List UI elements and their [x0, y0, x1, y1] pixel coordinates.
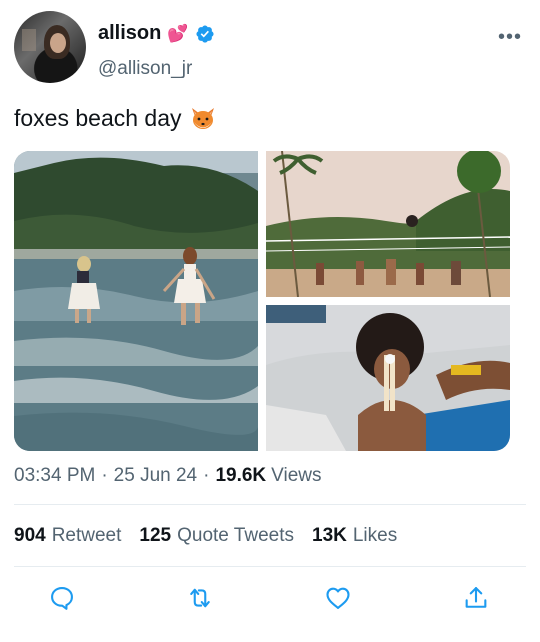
- likes-label: Likes: [352, 525, 398, 546]
- share-button[interactable]: [462, 584, 494, 616]
- author-name-row: allison 💕: [98, 22, 215, 45]
- verified-badge-icon: [195, 24, 214, 43]
- reply-button[interactable]: [48, 584, 80, 616]
- tweet-text: foxes beach day: [14, 105, 216, 132]
- views-count: 19.6K: [215, 465, 267, 486]
- quotes-stat[interactable]: 125 Quote Tweets: [139, 525, 294, 547]
- tweet-time[interactable]: 03:34 PM: [14, 465, 95, 487]
- retweet-button[interactable]: [186, 584, 218, 616]
- media-grid: [14, 151, 510, 451]
- heart-emoji-icon: 💕: [167, 24, 189, 43]
- action-bar: [0, 584, 540, 618]
- retweets-count: 904: [14, 525, 46, 546]
- views-label: Views: [271, 465, 322, 486]
- tweet-text-body: foxes beach day: [14, 105, 182, 131]
- more-dots-icon[interactable]: •••: [498, 27, 522, 47]
- photo-beach-waves[interactable]: [14, 151, 258, 451]
- meta-separator-2: ·: [203, 465, 210, 486]
- avatar-background: [22, 29, 36, 51]
- likes-count: 13K: [312, 525, 347, 546]
- author-handle[interactable]: @allison_jr: [98, 58, 192, 80]
- share-icon: [465, 587, 487, 608]
- tweet-meta: 03:34 PM · 25 Jun 24 · 19.6K Views: [14, 465, 322, 487]
- photo-volleyball[interactable]: [266, 151, 510, 297]
- reply-icon: [51, 587, 73, 610]
- display-name[interactable]: allison: [98, 22, 161, 45]
- tweet-date[interactable]: 25 Jun 24: [114, 465, 197, 487]
- meta-separator-1: ·: [101, 465, 108, 486]
- avatar[interactable]: [14, 11, 86, 83]
- divider-bottom: [14, 566, 526, 567]
- engagement-stats: 904 Retweet 125 Quote Tweets 13K Likes: [14, 525, 397, 547]
- retweets-stat[interactable]: 904 Retweet: [14, 525, 121, 547]
- likes-stat[interactable]: 13K Likes: [312, 525, 397, 547]
- like-button[interactable]: [324, 584, 356, 616]
- divider-top: [14, 504, 526, 505]
- heart-icon: [326, 587, 350, 609]
- photo-girl-on-sand[interactable]: [266, 305, 510, 451]
- quotes-label: Quote Tweets: [177, 525, 294, 546]
- fox-emoji-icon: [191, 107, 214, 129]
- retweets-label: Retweet: [51, 525, 122, 546]
- quotes-count: 125: [139, 525, 172, 546]
- retweet-icon: [190, 588, 210, 608]
- avatar-face: [50, 33, 66, 53]
